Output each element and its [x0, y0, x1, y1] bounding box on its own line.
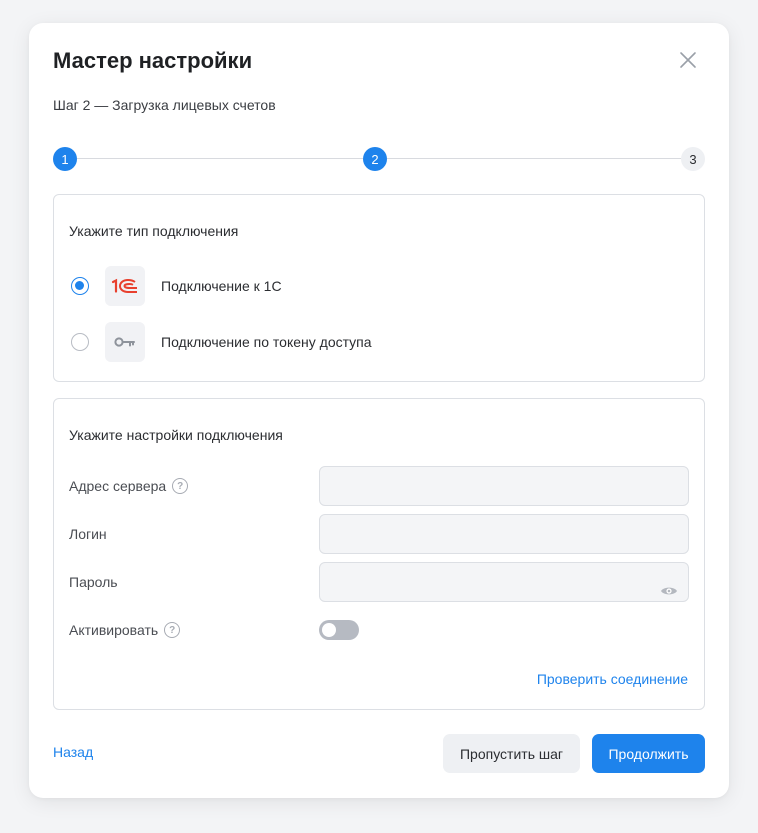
- key-icon: [105, 322, 145, 362]
- connection-settings-card: Укажите настройки подключения Адрес серв…: [53, 398, 705, 710]
- step-connector-1: [77, 158, 363, 159]
- step-subtitle: Шаг 2 — Загрузка лицевых счетов: [53, 97, 276, 113]
- setup-wizard-dialog: Мастер настройки Шаг 2 — Загрузка лицевы…: [29, 23, 729, 798]
- dialog-title: Мастер настройки: [53, 48, 253, 73]
- option-1c-label: Подключение к 1С: [161, 278, 282, 294]
- check-connection-link[interactable]: Проверить соединение: [537, 671, 688, 687]
- password-row-label: Пароль: [69, 574, 118, 590]
- step-1: 1: [53, 147, 77, 171]
- option-1c[interactable]: Подключение к 1С: [71, 266, 671, 306]
- login-input[interactable]: [319, 514, 689, 554]
- step-connector-2: [387, 158, 681, 159]
- radio-token[interactable]: [71, 333, 89, 351]
- activate-label: Активировать: [69, 622, 159, 638]
- help-icon[interactable]: ?: [164, 622, 181, 638]
- stepper: 1 2 3: [53, 147, 705, 171]
- login-label: Логин: [69, 526, 107, 542]
- login-row-label: Логин: [69, 526, 107, 542]
- radio-1c[interactable]: [71, 277, 89, 295]
- password-label: Пароль: [69, 574, 118, 590]
- close-icon[interactable]: [678, 50, 698, 70]
- connection-type-card: Укажите тип подключения Подключение к 1С: [53, 194, 705, 382]
- step-3: 3: [681, 147, 705, 171]
- server-address-input[interactable]: [319, 466, 689, 506]
- connection-type-title: Укажите тип подключения: [69, 223, 239, 239]
- skip-step-button[interactable]: Пропустить шаг: [443, 734, 580, 773]
- connection-settings-title: Укажите настройки подключения: [69, 427, 283, 443]
- 1c-logo-icon: [105, 266, 145, 306]
- activate-row-label: Активировать ?: [69, 622, 181, 638]
- password-input[interactable]: [319, 562, 689, 602]
- server-row-label: Адрес сервера ?: [69, 478, 189, 494]
- step-2: 2: [363, 147, 387, 171]
- option-token[interactable]: Подключение по токену доступа: [71, 322, 671, 362]
- continue-button[interactable]: Продолжить: [592, 734, 705, 773]
- activate-toggle[interactable]: [319, 620, 359, 640]
- option-token-label: Подключение по токену доступа: [161, 334, 372, 350]
- show-password-eye-icon[interactable]: [660, 584, 678, 598]
- help-icon[interactable]: ?: [172, 478, 189, 494]
- server-label: Адрес сервера: [69, 478, 167, 494]
- back-link[interactable]: Назад: [53, 744, 93, 760]
